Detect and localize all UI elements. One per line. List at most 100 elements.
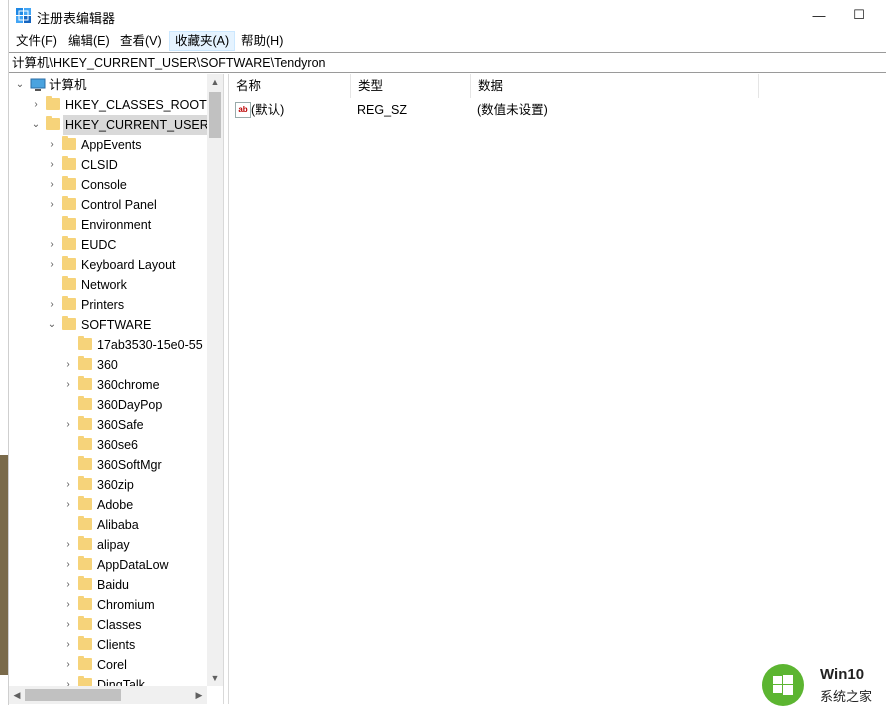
- tree-item-software-child[interactable]: 17ab3530-15e0-55: [9, 335, 207, 355]
- tree-item-software-child[interactable]: › Clients: [9, 635, 207, 655]
- chevron-right-icon[interactable]: ›: [46, 135, 58, 155]
- scroll-left-icon[interactable]: ◀: [9, 686, 25, 704]
- tree-item-hkcr[interactable]: › HKEY_CLASSES_ROOT: [9, 95, 207, 115]
- menu-favorites[interactable]: 收藏夹(A): [169, 31, 236, 51]
- chevron-right-icon[interactable]: ›: [62, 355, 74, 375]
- column-header-data[interactable]: 数据: [471, 74, 759, 98]
- chevron-right-icon[interactable]: ›: [62, 635, 74, 655]
- folder-icon: [62, 296, 76, 310]
- tree-item-label: 360SoftMgr: [97, 458, 162, 472]
- tree-item-software-child[interactable]: 360SoftMgr: [9, 455, 207, 475]
- menu-file[interactable]: 文件(F): [11, 31, 62, 51]
- tree-item-software-child[interactable]: › 360: [9, 355, 207, 375]
- chevron-right-icon[interactable]: ›: [46, 155, 58, 175]
- chevron-right-icon[interactable]: ›: [46, 295, 58, 315]
- chevron-down-icon[interactable]: ⌄: [14, 75, 26, 95]
- chevron-right-icon[interactable]: ›: [62, 575, 74, 595]
- tree-item-hkcu-child[interactable]: › Keyboard Layout: [9, 255, 207, 275]
- tree-item-label: Control Panel: [81, 198, 157, 212]
- value-name: (默认): [251, 103, 285, 117]
- tree-item-label: Clients: [97, 638, 136, 652]
- tree-item-hkcu-child[interactable]: ⌄ SOFTWARE: [9, 315, 207, 335]
- tree-horizontal-scrollbar[interactable]: ◀ ▶: [9, 686, 207, 704]
- background-desktop-strip: [0, 455, 8, 675]
- folder-icon: [78, 456, 92, 470]
- chevron-right-icon[interactable]: ›: [62, 655, 74, 675]
- title-bar[interactable]: 注册表编辑器 — ☐: [9, 0, 886, 30]
- tree-item-software-child[interactable]: › alipay: [9, 535, 207, 555]
- tree-item-software-child[interactable]: › Baidu: [9, 575, 207, 595]
- chevron-down-icon[interactable]: ⌄: [30, 115, 42, 135]
- menu-edit[interactable]: 编辑(E): [63, 31, 115, 51]
- chevron-right-icon[interactable]: ›: [62, 415, 74, 435]
- tree-item-software-child[interactable]: › Chromium: [9, 595, 207, 615]
- tree-item-hkcu-child[interactable]: › CLSID: [9, 155, 207, 175]
- tree-item-label: Adobe: [97, 498, 134, 512]
- menu-bar: 文件(F) 编辑(E) 查看(V) 收藏夹(A) 帮助(H): [9, 31, 886, 51]
- scroll-right-icon[interactable]: ▶: [191, 686, 207, 704]
- tree-item-software-child[interactable]: › 360Safe: [9, 415, 207, 435]
- tree-item-label: Printers: [81, 298, 125, 312]
- value-type: REG_SZ: [357, 103, 408, 117]
- column-header-name[interactable]: 名称: [229, 74, 351, 98]
- folder-icon: [62, 256, 76, 270]
- tree-item-software-child[interactable]: › Corel: [9, 655, 207, 675]
- column-header-type[interactable]: 类型: [351, 74, 471, 98]
- chevron-right-icon[interactable]: ›: [30, 95, 42, 115]
- tree-item-software-child[interactable]: Alibaba: [9, 515, 207, 535]
- tree-item-hkcu-child[interactable]: › Printers: [9, 295, 207, 315]
- chevron-right-icon[interactable]: ›: [62, 555, 74, 575]
- tree-item-hkcu[interactable]: ⌄ HKEY_CURRENT_USER: [9, 115, 211, 135]
- folder-icon: [46, 96, 60, 110]
- tree-item-hkcu-child[interactable]: › AppEvents: [9, 135, 207, 155]
- chevron-right-icon[interactable]: ›: [46, 195, 58, 215]
- value-row[interactable]: ab (默认) REG_SZ (数值未设置): [229, 100, 886, 120]
- chevron-right-icon[interactable]: ›: [62, 615, 74, 635]
- tree-vertical-scrollbar[interactable]: ▲ ▼: [207, 74, 223, 686]
- maximize-button[interactable]: ☐: [836, 0, 882, 30]
- horizontal-scroll-thumb[interactable]: [25, 689, 121, 701]
- tree-item-software-child[interactable]: › 360chrome: [9, 375, 207, 395]
- address-bar[interactable]: 计算机\HKEY_CURRENT_USER\SOFTWARE\Tendyron: [9, 52, 886, 73]
- tree-item-software-child[interactable]: 360se6: [9, 435, 207, 455]
- menu-help[interactable]: 帮助(H): [236, 31, 288, 51]
- folder-icon: [62, 136, 76, 150]
- tree-item-hkcu-child[interactable]: › Console: [9, 175, 207, 195]
- chevron-right-icon[interactable]: ›: [46, 175, 58, 195]
- tree-item-hkcu-child[interactable]: Environment: [9, 215, 207, 235]
- scroll-down-icon[interactable]: ▼: [207, 670, 223, 686]
- folder-icon: [78, 576, 92, 590]
- tree-item-hkcu-child[interactable]: Network: [9, 275, 207, 295]
- chevron-right-icon[interactable]: ›: [46, 235, 58, 255]
- tree-item-software-child[interactable]: › Classes: [9, 615, 207, 635]
- tree-item-label: CLSID: [81, 158, 118, 172]
- tree-item-label: 360Safe: [97, 418, 144, 432]
- scroll-up-icon[interactable]: ▲: [207, 74, 223, 90]
- chevron-right-icon[interactable]: ›: [62, 375, 74, 395]
- tree-item-label: AppEvents: [81, 138, 142, 152]
- tree-item-hkcu-child[interactable]: › EUDC: [9, 235, 207, 255]
- folder-icon: [78, 496, 92, 510]
- value-data: (数值未设置): [477, 103, 548, 117]
- menu-view[interactable]: 查看(V): [115, 31, 167, 51]
- chevron-right-icon[interactable]: ›: [62, 495, 74, 515]
- chevron-down-icon[interactable]: ⌄: [46, 315, 58, 335]
- tree-item-label: 360chrome: [97, 378, 160, 392]
- tree-item-software-child[interactable]: 360DayPop: [9, 395, 207, 415]
- scroll-thumb[interactable]: [209, 92, 221, 138]
- tree-item-computer[interactable]: ⌄ 计算机: [9, 75, 207, 95]
- tree-item-software-child[interactable]: › 360zip: [9, 475, 207, 495]
- tree-item-software-child[interactable]: › AppDataLow: [9, 555, 207, 575]
- chevron-right-icon[interactable]: ›: [62, 595, 74, 615]
- computer-icon: [30, 78, 46, 91]
- chevron-right-icon[interactable]: ›: [62, 535, 74, 555]
- folder-icon: [62, 316, 76, 330]
- tree-item-label: Alibaba: [97, 518, 139, 532]
- tree-item-label: Baidu: [97, 578, 129, 592]
- chevron-right-icon[interactable]: ›: [46, 255, 58, 275]
- chevron-right-icon[interactable]: ›: [62, 475, 74, 495]
- tree-item-hkcu-child[interactable]: › Control Panel: [9, 195, 207, 215]
- tree-item-software-child[interactable]: › Adobe: [9, 495, 207, 515]
- tree-item-label: Classes: [97, 618, 142, 632]
- folder-icon: [78, 416, 92, 430]
